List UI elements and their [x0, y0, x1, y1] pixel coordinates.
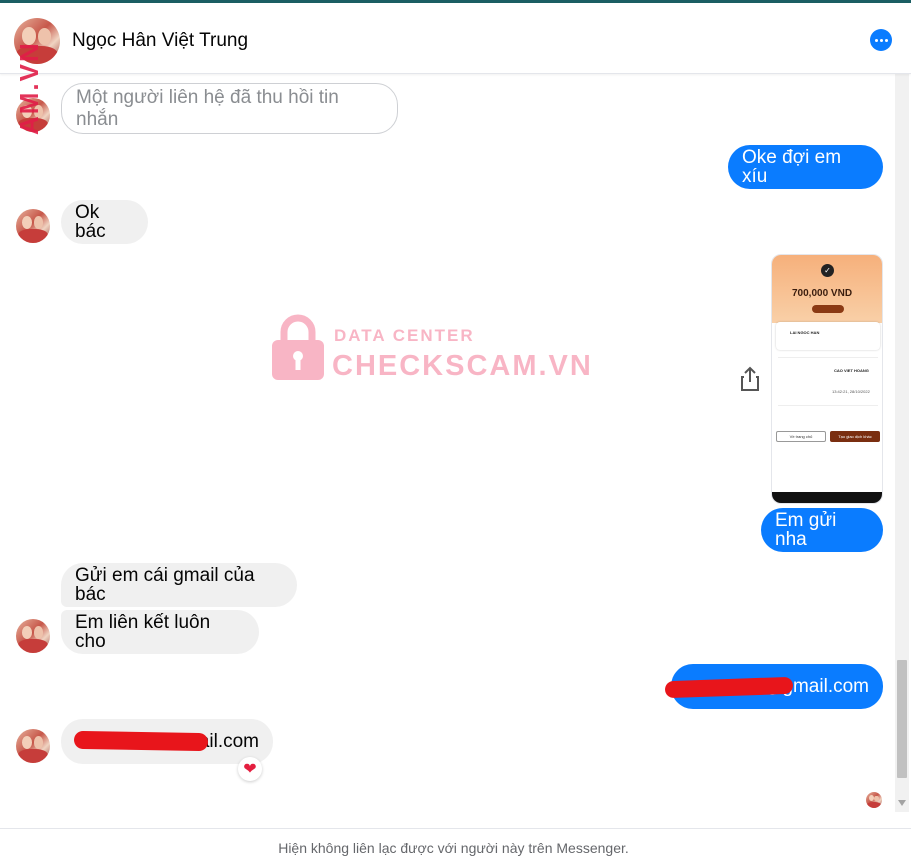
sender-avatar[interactable]	[16, 619, 50, 653]
check-icon: ✓	[821, 264, 834, 277]
share-icon[interactable]	[739, 366, 761, 392]
receipt-amount: 700,000 VND	[792, 288, 853, 299]
incoming-message[interactable]: Ok bác	[61, 200, 148, 244]
lock-icon	[272, 314, 324, 380]
sender-avatar[interactable]	[16, 729, 50, 763]
outgoing-message[interactable]: Em gửi nha	[761, 508, 883, 552]
scroll-down-arrow-icon[interactable]	[898, 800, 906, 806]
transfer-receipt-image[interactable]: ✓ 700,000 VND LAI NGOC HAN CAO VIET HOAN…	[771, 254, 883, 504]
recalled-message-text: Một người liên hệ đã thu hồi tin nhắn	[76, 86, 339, 130]
receipt-divider	[778, 357, 878, 358]
chat-scrollbar[interactable]	[895, 74, 909, 812]
watermark-line1: DATA CENTER	[334, 326, 475, 345]
recalled-message: Một người liên hệ đã thu hồi tin nhắn	[61, 83, 398, 134]
receipt-receiver: LAI NGOC HAN	[790, 330, 820, 335]
receipt-date: 13:42:21, 28/10/2022	[832, 389, 870, 394]
heart-reaction-icon[interactable]: ❤	[238, 757, 262, 781]
seen-receipt-avatar	[866, 792, 882, 808]
unavailable-notice: Hiện không liên lạc được với người này t…	[0, 828, 911, 867]
message-text: Gửi em cái gmail của bác	[75, 565, 255, 605]
receipt-receiver-card: LAI NGOC HAN	[776, 322, 880, 350]
receipt-home-button: Về trang chủ	[776, 431, 826, 442]
more-dots-icon[interactable]	[870, 29, 892, 51]
message-text: Em liên kết luôn cho	[75, 612, 211, 652]
contact-name[interactable]: Ngọc Hân Việt Trung	[72, 30, 248, 52]
message-text: Ok bác	[75, 202, 106, 242]
side-watermark: AM.VN	[14, 41, 44, 135]
phone-navbar	[772, 492, 882, 503]
scrollbar-thumb[interactable]	[897, 660, 907, 778]
chat-header: Ngọc Hân Việt Trung	[0, 3, 911, 74]
sender-avatar[interactable]	[16, 209, 50, 243]
receipt-sender: CAO VIET HOANG	[834, 368, 869, 373]
message-text: Oke đợi em xíu	[742, 147, 842, 187]
outgoing-message[interactable]: Oke đợi em xíu	[728, 145, 883, 189]
redaction-mark	[73, 730, 209, 752]
incoming-message[interactable]: Em liên kết luôn cho	[61, 610, 259, 654]
watermark-line2: CHECKSCAM.VN	[332, 350, 593, 382]
receipt-detail-pill	[812, 305, 844, 313]
receipt-new-transaction-button: Tạo giao dịch khác	[830, 431, 880, 442]
receipt-divider	[778, 405, 878, 406]
message-text: Em gửi nha	[775, 510, 837, 550]
incoming-message[interactable]: Gửi em cái gmail của bác	[61, 563, 297, 607]
checkscam-watermark: DATA CENTER CHECKSCAM.VN	[272, 312, 591, 382]
